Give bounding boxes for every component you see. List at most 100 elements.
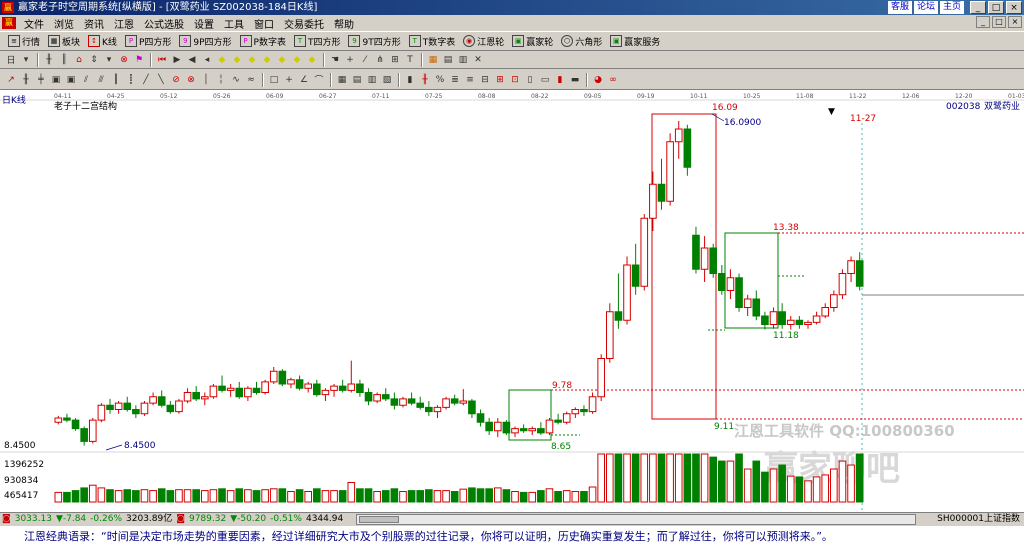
cross-icon[interactable]: + (343, 53, 357, 67)
seq5-icon[interactable]: ⊡ (508, 73, 522, 87)
tool-9p-square[interactable]: 9 9P四方形 (175, 32, 235, 50)
square-icon[interactable]: □ (267, 73, 281, 87)
step-icon[interactable]: ◂ (200, 53, 214, 67)
diamond6-icon[interactable]: ◆ (290, 53, 304, 67)
table3-icon[interactable]: ▥ (365, 73, 379, 87)
chart-svg[interactable]: 04-11 04-25 05-12 05-26 06-09 06-27 07-11 07-25… (0, 90, 1024, 512)
seq-icon[interactable]: ≣ (448, 73, 462, 87)
link-home[interactable]: 主页 (939, 1, 964, 14)
seq7-icon[interactable]: ▭ (538, 73, 552, 87)
tool-p-square[interactable]: P P四方形 (121, 32, 175, 50)
bars2-icon[interactable]: ║ (57, 53, 71, 67)
grid-icon[interactable]: ⊞ (388, 53, 402, 67)
seq9-icon[interactable]: ▬ (568, 73, 582, 87)
bars3-icon[interactable]: ┃ (109, 73, 123, 87)
seq3-icon[interactable]: ⊟ (478, 73, 492, 87)
gann-line2-icon[interactable]: ╲ (154, 73, 168, 87)
flag-icon[interactable]: ⚑ (132, 53, 146, 67)
scrollbar-thumb[interactable] (359, 516, 399, 523)
fan-icon[interactable]: ⫽ (79, 73, 93, 87)
tool-winner-wheel[interactable]: ▣ 赢家轮 (508, 32, 557, 50)
vline-icon[interactable]: │ (199, 73, 213, 87)
table-icon[interactable]: ▦ (335, 73, 349, 87)
tool-kline[interactable]: ↕ K线 (84, 32, 121, 50)
prev-icon[interactable]: ◀ (185, 53, 199, 67)
menu-gann[interactable]: 江恩 (109, 16, 139, 31)
seq4-icon[interactable]: ⊞ (493, 73, 507, 87)
first-icon[interactable]: ⏮ (155, 53, 169, 67)
menu-file[interactable]: 文件 (19, 16, 49, 31)
menu-tools[interactable]: 工具 (219, 16, 249, 31)
mdi-minimize-button[interactable]: _ (976, 16, 990, 28)
arrow-icon[interactable]: ↗ (4, 73, 18, 87)
stop2-icon[interactable]: ⊗ (184, 73, 198, 87)
dropdown-icon[interactable]: ▾ (19, 53, 33, 67)
tool-hexagon[interactable]: ⬡ 六角形 (557, 32, 606, 50)
box2-icon[interactable]: ▣ (64, 73, 78, 87)
menu-window[interactable]: 窗口 (249, 16, 279, 31)
stat-icon[interactable]: ▮ (403, 73, 417, 87)
line-icon[interactable]: ⁄ (358, 53, 372, 67)
diamond2-icon[interactable]: ◆ (230, 53, 244, 67)
tool-t-table[interactable]: T T数字表 (405, 32, 460, 50)
seq6-icon[interactable]: ▯ (523, 73, 537, 87)
table4-icon[interactable]: ▧ (380, 73, 394, 87)
updown-icon[interactable]: ⇕ (87, 53, 101, 67)
vline2-icon[interactable]: ╎ (214, 73, 228, 87)
tool-gann-wheel[interactable]: ◉ 江恩轮 (459, 32, 508, 50)
seq2-icon[interactable]: ≡ (463, 73, 477, 87)
play-icon[interactable]: ▶ (170, 53, 184, 67)
stop-icon[interactable]: ⊘ (169, 73, 183, 87)
link-service[interactable]: 客服 (887, 1, 912, 14)
stat2-icon[interactable]: ╫ (418, 73, 432, 87)
dropdown2-icon[interactable]: ▾ (102, 53, 116, 67)
minimize-button[interactable]: _ (970, 1, 986, 14)
tool-sector[interactable]: ▦ 板块 (44, 32, 84, 50)
ruler2-icon[interactable]: ╪ (34, 73, 48, 87)
menu-settings[interactable]: 设置 (189, 16, 219, 31)
grid2-icon[interactable]: ▦ (426, 53, 440, 67)
text-icon[interactable]: T (403, 53, 417, 67)
grid4-icon[interactable]: ▥ (456, 53, 470, 67)
box-icon[interactable]: ▣ (49, 73, 63, 87)
close-button[interactable]: × (1006, 1, 1022, 14)
percent-icon[interactable]: % (433, 73, 447, 87)
calendar-icon[interactable]: 日 (4, 53, 18, 67)
mdi-restore-button[interactable]: □ (992, 16, 1006, 28)
menu-help[interactable]: 帮助 (329, 16, 359, 31)
diamond3-icon[interactable]: ◆ (245, 53, 259, 67)
menu-info[interactable]: 资讯 (79, 16, 109, 31)
tool-9t-square[interactable]: 9 9T四方形 (344, 32, 404, 50)
infinity-icon[interactable]: ∞ (606, 73, 620, 87)
seq8-icon[interactable]: ▮ (553, 73, 567, 87)
cycle2-icon[interactable]: ≈ (244, 73, 258, 87)
grid3-icon[interactable]: ▤ (441, 53, 455, 67)
menu-trade[interactable]: 交易委托 (279, 16, 329, 31)
bars-icon[interactable]: ╫ (42, 53, 56, 67)
mdi-close-button[interactable]: × (1008, 16, 1022, 28)
home-icon[interactable]: ⌂ (72, 53, 86, 67)
kline-chart[interactable]: 04-11 04-25 05-12 05-26 06-09 06-27 07-11 07-25… (0, 90, 1024, 512)
pie-icon[interactable]: ◕ (591, 73, 605, 87)
fan2-icon[interactable]: ⫻ (94, 73, 108, 87)
diamond7-icon[interactable]: ◆ (305, 53, 319, 67)
curve-icon[interactable]: ⌒ (312, 73, 326, 87)
tool-t-square[interactable]: T T四方形 (290, 32, 345, 50)
maximize-button[interactable]: □ (988, 1, 1004, 14)
menu-formula[interactable]: 公式选股 (139, 16, 189, 31)
cycle-icon[interactable]: ∿ (229, 73, 243, 87)
ruler-icon[interactable]: ╫ (19, 73, 33, 87)
gann-line-icon[interactable]: ╱ (139, 73, 153, 87)
horizontal-scrollbar[interactable] (356, 514, 916, 525)
diamond4-icon[interactable]: ◆ (260, 53, 274, 67)
hand-icon[interactable]: ☚ (328, 53, 342, 67)
tool-quote[interactable]: ≡ 行情 (4, 32, 44, 50)
menu-browse[interactable]: 浏览 (49, 16, 79, 31)
diamond1-icon[interactable]: ◆ (215, 53, 229, 67)
angle-icon[interactable]: ∠ (297, 73, 311, 87)
table2-icon[interactable]: ▤ (350, 73, 364, 87)
tool-x-icon[interactable]: ✕ (471, 53, 485, 67)
tool-p-table[interactable]: P P数字表 (236, 32, 290, 50)
bars4-icon[interactable]: ┋ (124, 73, 138, 87)
link-forum[interactable]: 论坛 (913, 1, 938, 14)
